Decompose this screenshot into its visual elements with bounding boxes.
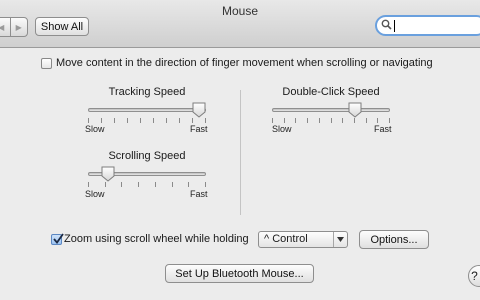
slider-tick	[88, 182, 89, 187]
tracking-speed-slow-label: Slow	[85, 124, 105, 134]
zoom-options-button[interactable]: Options...	[359, 230, 429, 249]
slider-ticks	[88, 118, 206, 124]
slider-tick	[205, 182, 206, 187]
search-input[interactable]	[375, 15, 480, 36]
slider-tick	[153, 118, 154, 123]
scroll-direction-label: Move content in the direction of finger …	[56, 57, 433, 69]
slider-tick	[154, 182, 156, 187]
double-click-speed-fast-label: Fast	[374, 124, 392, 134]
search-icon	[381, 19, 392, 30]
slider-tick	[377, 118, 379, 123]
slider-tick	[114, 118, 115, 123]
back-forward-control[interactable]: ◀ ▶	[0, 17, 28, 37]
slider-knob[interactable]	[192, 102, 206, 118]
zoom-label: Zoom using scroll wheel while holding	[64, 233, 249, 245]
slider-track[interactable]	[272, 108, 390, 112]
slider-tick	[330, 118, 332, 123]
slider-knob[interactable]	[348, 102, 362, 118]
help-button[interactable]: ?	[468, 265, 480, 287]
slider-tick	[179, 118, 180, 123]
slider-tick	[121, 182, 123, 187]
forward-arrow-icon[interactable]: ▶	[9, 18, 28, 36]
double-click-speed-slow-label: Slow	[272, 124, 292, 134]
slider-tick	[342, 118, 344, 123]
slider-tick	[138, 182, 140, 187]
slider-tick	[171, 182, 173, 187]
scrolling-speed-title: Scrolling Speed	[108, 150, 186, 162]
setup-bluetooth-mouse-button[interactable]: Set Up Bluetooth Mouse...	[165, 264, 314, 283]
slider-tick	[104, 182, 106, 187]
slider-tick	[188, 182, 190, 187]
slider-tick	[192, 118, 193, 123]
slider-tick	[127, 118, 128, 123]
slider-tick	[283, 118, 285, 123]
scrolling-speed-fast-label: Fast	[190, 189, 208, 199]
slider-tick	[295, 118, 297, 123]
scrolling-speed-slow-label: Slow	[85, 189, 105, 199]
tracking-speed-title: Tracking Speed	[108, 86, 186, 98]
zoom-checkbox[interactable]	[51, 233, 64, 245]
slider-tick	[389, 118, 390, 123]
slider-tick	[272, 118, 273, 123]
scroll-direction-checkbox[interactable]	[41, 58, 52, 69]
slider-tick	[101, 118, 102, 123]
tracking-speed-fast-label: Fast	[190, 124, 208, 134]
zoom-modifier-select[interactable]: ^ Control	[258, 231, 348, 248]
back-arrow-icon[interactable]: ◀	[0, 18, 10, 36]
checkmark-icon	[53, 233, 64, 244]
double-click-speed-title: Double-Click Speed	[282, 86, 380, 98]
slider-ticks	[88, 182, 206, 188]
vertical-divider	[240, 90, 241, 215]
slider-tick	[307, 118, 309, 123]
slider-tick	[205, 118, 206, 123]
slider-tick	[88, 118, 89, 123]
text-caret	[394, 20, 395, 32]
zoom-modifier-value: ^ Control	[264, 233, 308, 245]
slider-track[interactable]	[88, 108, 206, 112]
slider-tick	[353, 118, 355, 123]
show-all-button[interactable]: Show All	[35, 17, 89, 36]
slider-ticks	[272, 118, 390, 124]
slider-knob[interactable]	[101, 166, 115, 182]
dropdown-arrow-icon	[333, 232, 347, 247]
slider-tick	[140, 118, 141, 123]
slider-tick	[318, 118, 320, 123]
toolbar: Mouse ◀ ▶ Show All	[0, 0, 480, 48]
slider-tick	[365, 118, 367, 123]
slider-tick	[166, 118, 167, 123]
